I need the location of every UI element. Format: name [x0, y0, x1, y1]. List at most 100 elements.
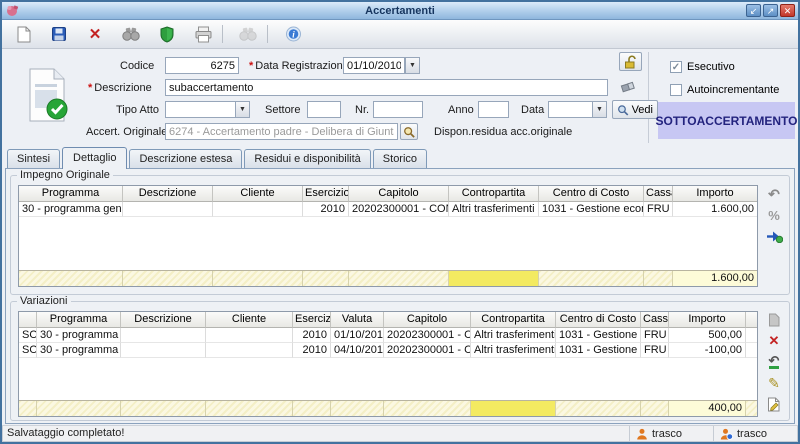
- search-secondary-icon[interactable]: [233, 22, 263, 46]
- data-dropdown-icon[interactable]: ▼: [592, 101, 607, 118]
- accert-search-button[interactable]: [400, 123, 418, 140]
- esecutivo-checkbox[interactable]: ✓ Esecutivo: [670, 61, 735, 73]
- cell-contropartita: Altri trasferimenti cor: [471, 328, 556, 343]
- column-header[interactable]: Importo: [669, 312, 746, 328]
- vedi-button[interactable]: Vedi: [612, 100, 658, 119]
- variazioni-table: Programma Descrizione Cliente Esercizio …: [18, 311, 758, 417]
- column-header[interactable]: Programma: [19, 186, 123, 202]
- search-binoculars-icon[interactable]: [116, 22, 146, 46]
- undo-icon[interactable]: ↶: [765, 186, 783, 202]
- close-icon[interactable]: ✕: [780, 4, 795, 17]
- tab-residui-disponibilita[interactable]: Residui e disponibilità: [244, 149, 370, 168]
- codice-input[interactable]: [165, 57, 239, 74]
- delete-icon[interactable]: ✕: [80, 22, 110, 46]
- cell-cassa: FRU: [644, 202, 673, 217]
- tab-sintesi[interactable]: Sintesi: [7, 149, 60, 168]
- table-row[interactable]: SOT 30 - programma gene 2010 01/10/2010 …: [19, 328, 757, 343]
- table-empty-area: [19, 358, 757, 400]
- accert-originale-input[interactable]: [165, 123, 398, 140]
- minimize-icon[interactable]: ↙: [746, 4, 761, 17]
- cell-importo: -100,00: [669, 343, 746, 358]
- total-cell: [644, 271, 673, 286]
- tipo-atto-combo[interactable]: [165, 101, 236, 118]
- tab-storico[interactable]: Storico: [373, 149, 427, 168]
- data-input[interactable]: [548, 101, 593, 118]
- link-icon[interactable]: [765, 228, 783, 244]
- save-icon[interactable]: [44, 22, 74, 46]
- cell-valuta: 04/10/2010: [331, 343, 384, 358]
- delete-row-icon[interactable]: ✕: [765, 333, 783, 349]
- column-header[interactable]: [19, 312, 37, 328]
- column-header[interactable]: Cliente: [206, 312, 293, 328]
- data-registrazione-input[interactable]: [343, 57, 405, 74]
- tab-descrizione-estesa[interactable]: Descrizione estesa: [129, 149, 242, 168]
- tipo-atto-dropdown-icon[interactable]: ▼: [235, 101, 250, 118]
- column-header[interactable]: Descrizione: [123, 186, 213, 202]
- toolbar: ✕ i: [2, 20, 798, 49]
- anno-input[interactable]: [478, 101, 509, 118]
- total-cell: [349, 271, 449, 286]
- percent-icon[interactable]: %: [765, 207, 783, 223]
- total-cell: [641, 401, 669, 416]
- column-header[interactable]: Centro di Costo: [539, 186, 644, 202]
- required-marker: *: [88, 82, 92, 94]
- autoincrementante-checkbox[interactable]: Autoincrementante: [670, 84, 779, 96]
- tab-dettaglio[interactable]: Dettaglio: [62, 147, 127, 169]
- cell-extra: [746, 328, 757, 343]
- cell-esercizio: 2010: [293, 328, 331, 343]
- column-header[interactable]: Programma: [37, 312, 121, 328]
- session-indicator-1[interactable]: trasco: [630, 426, 714, 442]
- dettaglio-panel: Impegno Originale Programma Descrizione …: [5, 168, 795, 424]
- column-header[interactable]: Descrizione: [121, 312, 206, 328]
- column-header[interactable]: Cassa: [641, 312, 669, 328]
- cell-cliente: [206, 343, 293, 358]
- column-header[interactable]: Valuta: [331, 312, 384, 328]
- column-header[interactable]: Capitolo: [349, 186, 449, 202]
- cell-descrizione: [121, 328, 206, 343]
- column-header[interactable]: Esercizio: [303, 186, 349, 202]
- column-header[interactable]: Importo: [673, 186, 757, 202]
- column-header[interactable]: Contropartita: [449, 186, 539, 202]
- variazioni-actions: ✕ ↶ ✎: [765, 312, 783, 412]
- column-header[interactable]: Cliente: [213, 186, 303, 202]
- table-empty-area: [19, 217, 757, 270]
- descrizione-input[interactable]: [165, 79, 608, 96]
- session-label: trasco: [737, 428, 767, 440]
- total-cell: [206, 401, 293, 416]
- variazioni-total-importo: 400,00: [669, 401, 746, 416]
- restore-icon[interactable]: ↗: [763, 4, 778, 17]
- total-cell: [539, 271, 644, 286]
- new-document-icon[interactable]: [8, 22, 38, 46]
- session-indicator-2[interactable]: trasco: [714, 426, 798, 442]
- column-header[interactable]: Esercizio: [293, 312, 331, 328]
- checkbox-checked-icon[interactable]: ✓: [670, 61, 682, 73]
- table-row[interactable]: SOT 30 - programma gene 2010 04/10/2010 …: [19, 343, 757, 358]
- impegno-total-row: 1.600,00: [19, 270, 757, 286]
- total-cell: [384, 401, 471, 416]
- undo-row-icon[interactable]: ↶: [765, 354, 783, 370]
- column-header[interactable]: Contropartita: [471, 312, 556, 328]
- print-icon[interactable]: [188, 22, 218, 46]
- column-header[interactable]: Centro di Costo: [556, 312, 641, 328]
- total-cell: [556, 401, 641, 416]
- lock-button[interactable]: [619, 52, 642, 71]
- settore-input[interactable]: [307, 101, 341, 118]
- column-header[interactable]: Cassa: [644, 186, 673, 202]
- security-shield-icon[interactable]: [152, 22, 182, 46]
- new-row-disabled-icon[interactable]: [765, 312, 783, 328]
- nr-input[interactable]: [373, 101, 423, 118]
- data-registrazione-dropdown-icon[interactable]: ▼: [405, 57, 420, 74]
- checkbox-unchecked-icon[interactable]: [670, 84, 682, 96]
- impegno-header-row: Programma Descrizione Cliente Esercizio …: [19, 186, 757, 202]
- statusbar: Salvataggio completato! trasco trasco: [2, 425, 798, 442]
- sottoaccertamento-badge: SOTTOACCERTAMENTO: [658, 102, 795, 139]
- open-padlock-icon: [623, 55, 638, 69]
- info-icon[interactable]: i: [278, 22, 308, 46]
- column-header[interactable]: Capitolo: [384, 312, 471, 328]
- table-row[interactable]: 30 - programma generico 2010 20202300001…: [19, 202, 757, 217]
- edit-document-icon[interactable]: [765, 396, 783, 412]
- eraser-icon[interactable]: [619, 80, 637, 98]
- edit-pencil-icon[interactable]: ✎: [765, 375, 783, 391]
- cell-extra: [746, 343, 757, 358]
- total-cell: [331, 401, 384, 416]
